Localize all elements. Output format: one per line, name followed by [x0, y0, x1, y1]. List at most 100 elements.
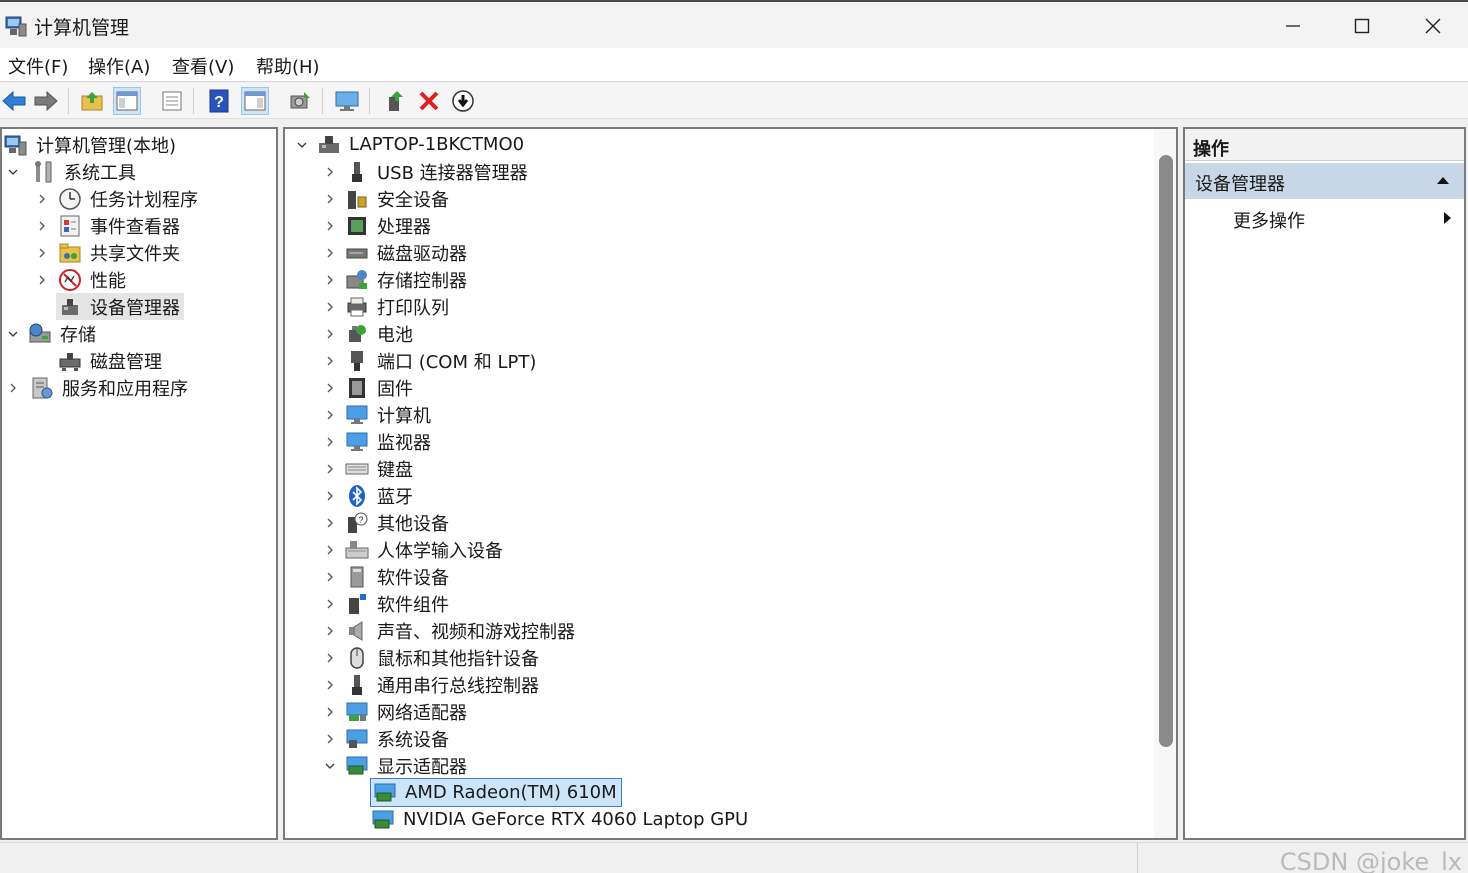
up-folder-button[interactable]	[78, 87, 106, 115]
chevron-right-icon	[327, 302, 333, 312]
device-category[interactable]: 键盘	[345, 455, 413, 482]
expand-chevron[interactable]	[323, 408, 337, 422]
device-item[interactable]: AMD Radeon(TM) 610M	[370, 778, 622, 807]
expand-chevron[interactable]	[323, 381, 337, 395]
expand-chevron[interactable]	[323, 300, 337, 314]
expand-chevron[interactable]	[323, 192, 337, 206]
close-button[interactable]	[1398, 2, 1468, 50]
expand-chevron[interactable]	[323, 489, 337, 503]
expand-chevron[interactable]	[6, 381, 20, 395]
tree-item-label: 显示适配器	[377, 756, 467, 778]
update-driver-icon	[389, 91, 403, 111]
maximize-button[interactable]	[1327, 2, 1397, 50]
device-category[interactable]: 电池	[345, 320, 413, 347]
device-category[interactable]: 声音、视频和游戏控制器	[345, 617, 575, 644]
device-category[interactable]: 打印队列	[345, 293, 449, 320]
tree-item-event-viewer[interactable]: 事件查看器	[58, 212, 180, 239]
device-category[interactable]: 显示适配器	[345, 752, 467, 779]
vertical-scrollbar[interactable]	[1154, 129, 1176, 838]
tree-item-task-scheduler[interactable]: 任务计划程序	[58, 185, 198, 212]
tree-item-services-apps[interactable]: 服务和应用程序	[30, 374, 188, 401]
window-title: 计算机管理	[34, 17, 130, 39]
expand-chevron[interactable]	[323, 273, 337, 287]
device-category[interactable]: 通用串行总线控制器	[345, 671, 539, 698]
scan-hardware-button[interactable]	[286, 87, 314, 115]
tree-item-label: 存储控制器	[377, 270, 467, 292]
expand-chevron[interactable]	[323, 165, 337, 179]
disable-device-button[interactable]	[449, 87, 477, 115]
help-button[interactable]: ?	[205, 87, 233, 115]
scrollbar-thumb[interactable]	[1159, 155, 1173, 747]
expand-chevron[interactable]	[323, 462, 337, 476]
tree-item-storage[interactable]: 存储	[28, 320, 96, 347]
device-category[interactable]: 计算机	[345, 401, 431, 428]
expand-chevron[interactable]	[35, 246, 49, 260]
device-category[interactable]: 蓝牙	[345, 482, 413, 509]
expand-chevron[interactable]	[323, 759, 337, 773]
expand-chevron[interactable]	[35, 219, 49, 233]
expand-chevron[interactable]	[323, 624, 337, 638]
device-category[interactable]: 固件	[345, 374, 413, 401]
expand-chevron[interactable]	[323, 732, 337, 746]
expand-chevron[interactable]	[6, 165, 20, 179]
menu-action[interactable]: 操作(A)	[88, 53, 150, 79]
services-apps-icon	[32, 377, 53, 398]
tree-item-device-manager[interactable]: 设备管理器	[56, 293, 184, 320]
device-category[interactable]: 端口 (COM 和 LPT)	[345, 347, 536, 374]
menu-help[interactable]: 帮助(H)	[256, 53, 320, 79]
show-tree-button[interactable]	[113, 87, 141, 115]
actions-group-device-manager[interactable]: 设备管理器	[1185, 163, 1464, 199]
back-button[interactable]	[0, 87, 28, 115]
forward-button[interactable]	[32, 87, 60, 115]
device-item[interactable]: NVIDIA GeForce RTX 4060 Laptop GPU	[371, 806, 748, 833]
device-category[interactable]: 安全设备	[345, 185, 449, 212]
expand-chevron[interactable]	[323, 651, 337, 665]
show-action-pane-button[interactable]	[241, 87, 269, 115]
expand-chevron[interactable]	[295, 138, 309, 152]
tree-item-system-tools[interactable]: 系统工具	[32, 158, 136, 185]
device-tree-root[interactable]: LAPTOP-1BKCTMO0	[317, 131, 524, 158]
expand-chevron[interactable]	[323, 435, 337, 449]
device-category[interactable]: 人体学输入设备	[345, 536, 503, 563]
monitor-button[interactable]	[333, 87, 361, 115]
expand-chevron[interactable]	[323, 543, 337, 557]
more-actions-item[interactable]: 更多操作	[1233, 207, 1305, 233]
device-category[interactable]: 存储控制器	[345, 266, 467, 293]
uninstall-button[interactable]	[415, 87, 443, 115]
device-category[interactable]: 鼠标和其他指针设备	[345, 644, 539, 671]
device-category[interactable]: 处理器	[345, 212, 431, 239]
expand-chevron[interactable]	[323, 570, 337, 584]
tree-item-label: 性能	[90, 270, 126, 292]
expand-chevron[interactable]	[323, 219, 337, 233]
tree-item-computer-management[interactable]: 计算机管理(本地)	[4, 131, 176, 158]
update-driver-button[interactable]	[381, 87, 409, 115]
expand-chevron[interactable]	[323, 246, 337, 260]
expand-chevron[interactable]	[323, 354, 337, 368]
expand-chevron[interactable]	[35, 273, 49, 287]
expand-chevron[interactable]	[323, 678, 337, 692]
tree-item-performance[interactable]: 性能	[58, 266, 126, 293]
device-tree-pane: LAPTOP-1BKCTMO0 USB 连接器管理器 安全设备 处理器 磁盘驱动器存储控…	[283, 127, 1178, 840]
device-category[interactable]: 监视器	[345, 428, 431, 455]
expand-chevron[interactable]	[323, 705, 337, 719]
expand-chevron[interactable]	[6, 327, 20, 341]
expand-chevron[interactable]	[323, 516, 337, 530]
tree-item-shared-folders[interactable]: 共享文件夹	[58, 239, 180, 266]
device-category[interactable]: 软件组件	[345, 590, 449, 617]
expand-chevron[interactable]	[323, 327, 337, 341]
expand-chevron[interactable]	[323, 597, 337, 611]
device-category[interactable]: ? 其他设备	[345, 509, 449, 536]
properties-button[interactable]	[158, 87, 186, 115]
storage-icon	[29, 323, 51, 342]
minimize-button[interactable]	[1258, 2, 1328, 50]
tree-item-disk-management[interactable]: 磁盘管理	[58, 347, 162, 374]
device-category[interactable]: USB 连接器管理器	[345, 158, 528, 185]
device-category[interactable]: 软件设备	[345, 563, 449, 590]
expand-chevron[interactable]	[35, 192, 49, 206]
menu-file[interactable]: 文件(F)	[8, 53, 68, 79]
device-category[interactable]: 系统设备	[345, 725, 449, 752]
menu-view[interactable]: 查看(V)	[172, 53, 234, 79]
device-category[interactable]: 磁盘驱动器	[345, 239, 467, 266]
device-category[interactable]: 网络适配器	[345, 698, 467, 725]
actions-group-label: 设备管理器	[1195, 174, 1285, 195]
